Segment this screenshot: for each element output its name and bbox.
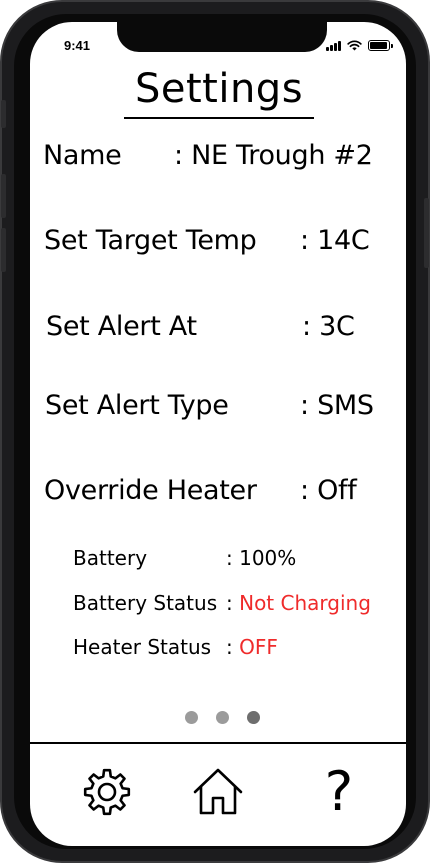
heater-status-value: OFF xyxy=(239,635,278,659)
override-heater-value[interactable]: : Off xyxy=(300,475,357,506)
heater-status-label: Heater Status xyxy=(73,635,212,659)
status-time: 9:41 xyxy=(64,38,91,53)
tab-help[interactable]: ? xyxy=(311,764,367,820)
wifi-icon xyxy=(347,40,362,51)
setting-row-alert-at[interactable]: Set Alert At : 3C xyxy=(46,311,386,347)
setting-row-name[interactable]: Name : NE Trough #2 xyxy=(43,140,383,176)
page-dot-1[interactable] xyxy=(185,711,198,724)
target-temp-label: Set Target Temp xyxy=(44,225,257,256)
volume-up-button xyxy=(1,174,6,218)
battery-status-value-group: : Not Charging xyxy=(226,591,371,615)
alert-type-value[interactable]: : SMS xyxy=(300,390,374,421)
setting-row-override-heater[interactable]: Override Heater : Off xyxy=(44,475,384,511)
screen: 9:41 Settings Name : NE Trough #2 Set Ta… xyxy=(30,22,406,846)
battery-status-separator: : xyxy=(226,591,240,615)
tab-home[interactable] xyxy=(190,764,246,820)
heater-status-separator: : xyxy=(226,635,240,659)
battery-status-value: Not Charging xyxy=(239,591,371,615)
info-row-battery: Battery : 100% xyxy=(73,546,373,572)
battery-value: : 100% xyxy=(226,546,297,570)
info-row-heater-status: Heater Status : OFF xyxy=(73,635,393,661)
page-dot-2[interactable] xyxy=(216,711,229,724)
power-button xyxy=(424,198,429,268)
override-heater-label: Override Heater xyxy=(44,475,257,506)
tab-settings[interactable] xyxy=(79,764,135,820)
alert-type-label: Set Alert Type xyxy=(45,390,229,421)
name-label: Name xyxy=(43,140,122,171)
battery-icon xyxy=(368,40,393,51)
home-icon xyxy=(193,768,243,815)
question-mark-icon: ? xyxy=(324,760,354,823)
cellular-signal-icon xyxy=(326,40,341,51)
gear-icon xyxy=(83,768,131,816)
alert-at-label: Set Alert At xyxy=(46,311,197,342)
setting-row-alert-type[interactable]: Set Alert Type : SMS xyxy=(45,390,385,426)
phone-frame: 9:41 Settings Name : NE Trough #2 Set Ta… xyxy=(0,0,430,863)
battery-status-label: Battery Status xyxy=(73,591,218,615)
mute-switch xyxy=(1,100,6,128)
alert-at-value[interactable]: : 3C xyxy=(302,311,355,342)
heater-status-value-group: : OFF xyxy=(226,635,278,659)
volume-down-button xyxy=(1,228,6,272)
setting-row-target-temp[interactable]: Set Target Temp : 14C xyxy=(44,225,384,261)
battery-label: Battery xyxy=(73,546,148,570)
name-value[interactable]: : NE Trough #2 xyxy=(174,140,373,171)
target-temp-value[interactable]: : 14C xyxy=(300,225,370,256)
tab-bar-divider xyxy=(30,742,406,744)
notch xyxy=(117,22,327,52)
title-underline xyxy=(124,117,314,119)
page-title: Settings xyxy=(134,66,304,112)
page-indicator[interactable] xyxy=(185,711,260,724)
info-row-battery-status: Battery Status : Not Charging xyxy=(73,591,393,617)
page-dot-3-active[interactable] xyxy=(247,711,260,724)
status-icons xyxy=(326,40,393,51)
